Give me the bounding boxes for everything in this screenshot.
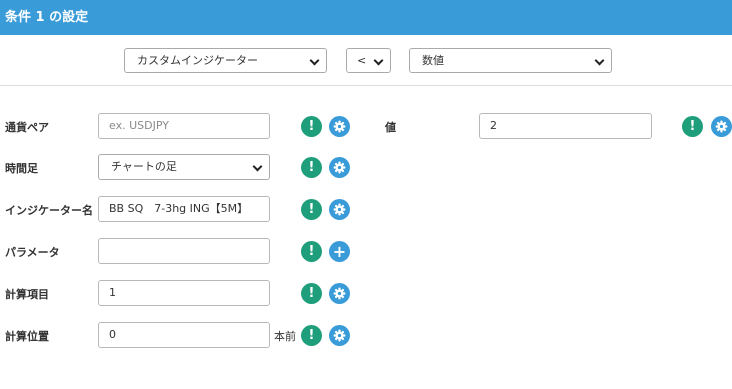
operator-select[interactable]: < (346, 48, 391, 73)
timeframe-gear-icon[interactable] (329, 157, 350, 178)
indicator-name-input[interactable]: BB SQ 7-3hg ING【5M】 (98, 196, 270, 222)
pair-info-icon[interactable]: ! (301, 116, 322, 137)
value-type-value: 数値 (422, 54, 444, 67)
gear-icon (333, 120, 346, 133)
calc-item-info-icon[interactable]: ! (301, 283, 322, 304)
indicator-info-icon[interactable]: ! (301, 199, 322, 220)
chevron-down-icon (252, 161, 263, 172)
indicator-gear-icon[interactable] (329, 199, 350, 220)
timeframe-label: 時間足 (5, 162, 38, 175)
params-info-icon[interactable]: ! (301, 241, 322, 262)
timeframe-value: チャートの足 (111, 160, 177, 173)
calc-pos-input[interactable]: 0 (98, 322, 270, 348)
calc-item-input[interactable]: 1 (98, 280, 270, 306)
params-add-icon[interactable]: + (329, 241, 350, 262)
value-label: 値 (385, 121, 396, 134)
indicator-type-value: カスタムインジケーター (137, 54, 258, 67)
calc-pos-label: 計算位置 (5, 330, 49, 343)
value-gear-icon[interactable] (711, 116, 732, 137)
params-label: パラメータ (5, 246, 60, 259)
gear-icon (333, 203, 346, 216)
calc-pos-suffix: 本前 (274, 330, 296, 343)
pair-gear-icon[interactable] (329, 116, 350, 137)
gear-icon (715, 120, 728, 133)
chevron-down-icon (594, 55, 605, 66)
timeframe-select[interactable]: チャートの足 (98, 154, 270, 180)
value-input[interactable]: 2 (479, 113, 652, 139)
value-type-select[interactable]: 数値 (409, 48, 612, 73)
chevron-down-icon (309, 55, 320, 66)
dialog-title: 条件 1 の設定 (5, 10, 89, 25)
timeframe-info-icon[interactable]: ! (301, 157, 322, 178)
pair-label: 通貨ペア (5, 121, 49, 134)
gear-icon (333, 329, 346, 342)
calc-pos-info-icon[interactable]: ! (301, 325, 322, 346)
chevron-down-icon (373, 55, 384, 66)
gear-icon (333, 287, 346, 300)
pair-input[interactable]: ex. USDJPY (98, 113, 270, 139)
dialog-header: 条件 1 の設定 (0, 0, 732, 35)
condition-row: カスタムインジケーター < 数値 (0, 35, 732, 86)
value-info-icon[interactable]: ! (682, 116, 703, 137)
calc-pos-gear-icon[interactable] (329, 325, 350, 346)
calc-item-gear-icon[interactable] (329, 283, 350, 304)
indicator-type-select[interactable]: カスタムインジケーター (124, 48, 327, 73)
indicator-name-label: インジケーター名 (5, 204, 93, 217)
calc-item-label: 計算項目 (5, 288, 49, 301)
gear-icon (333, 161, 346, 174)
params-input[interactable] (98, 238, 270, 264)
operator-value: < (357, 54, 367, 67)
